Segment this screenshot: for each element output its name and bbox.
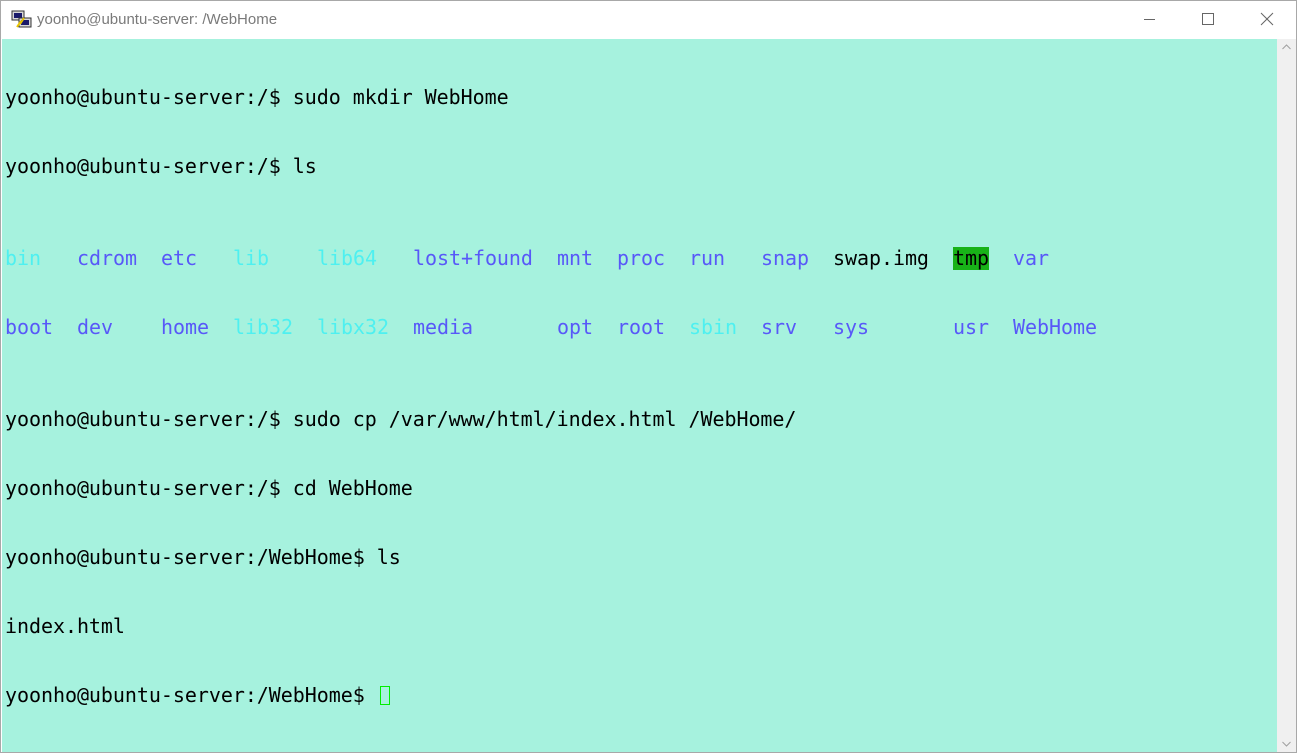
terminal-line: yoonho@ubuntu-server:/WebHome$ ls (5, 545, 401, 569)
ls-entry-srv: srv (761, 315, 797, 339)
ls-entry-usr: usr (953, 315, 989, 339)
ls-entry-swap-img: swap.img (833, 246, 929, 270)
ls-entry-snap: snap (761, 246, 809, 270)
ls-entry-sys: sys (833, 315, 869, 339)
terminal-line: yoonho@ubuntu-server:/$ sudo cp /var/www… (5, 407, 797, 431)
ls-entry-opt: opt (557, 315, 593, 339)
ls-entry-webhome: WebHome (1013, 315, 1097, 339)
chevron-up-icon (1282, 44, 1291, 50)
terminal-output: yoonho@ubuntu-server:/$ sudo mkdir WebHo… (5, 40, 1097, 752)
ls-entry-lib64: lib64 (317, 246, 377, 270)
ls-entry-var: var (1013, 246, 1049, 270)
ls-entry-proc: proc (617, 246, 665, 270)
scroll-down-button[interactable] (1277, 736, 1296, 752)
ls-entry-dev: dev (77, 315, 113, 339)
ls-entry-etc: etc (161, 246, 197, 270)
close-icon (1260, 12, 1274, 26)
ls-entry-root: root (617, 315, 665, 339)
close-button[interactable] (1238, 1, 1296, 38)
scroll-up-button[interactable] (1277, 39, 1296, 56)
terminal-line: yoonho@ubuntu-server:/$ ls (5, 154, 317, 178)
text-cursor (379, 686, 390, 705)
ls-entry-tmp: tmp (953, 246, 989, 270)
terminal-line: yoonho@ubuntu-server:/$ cd WebHome (5, 476, 413, 500)
ls-entry-sbin: sbin (689, 315, 737, 339)
terminal-prompt: yoonho@ubuntu-server:/WebHome$ (5, 683, 377, 707)
terminal-line: index.html (5, 614, 125, 638)
chevron-down-icon (1282, 741, 1291, 747)
ls-entry-mnt: mnt (557, 246, 593, 270)
ls-output-row-1: bin cdrom etc lib lib64 lost+found mnt p… (5, 246, 1049, 270)
vertical-scrollbar[interactable] (1277, 39, 1296, 752)
terminal-window: yoonho@ubuntu-server: /WebHome yoonho@ub… (0, 0, 1297, 753)
scroll-track[interactable] (1277, 56, 1296, 736)
ls-entry-home: home (161, 315, 209, 339)
window-title: yoonho@ubuntu-server: /WebHome (37, 11, 278, 28)
ls-entry-run: run (689, 246, 725, 270)
maximize-button[interactable] (1179, 1, 1237, 38)
terminal-prompt-line[interactable]: yoonho@ubuntu-server:/WebHome$ (5, 684, 796, 707)
ls-entry-lib: lib (233, 246, 269, 270)
ls-entry-lib32: lib32 (233, 315, 293, 339)
ls-entry-lost-found: lost+found (413, 246, 533, 270)
ls-entry-boot: boot (5, 315, 53, 339)
terminal-line: yoonho@ubuntu-server:/$ sudo mkdir WebHo… (5, 85, 509, 109)
ls-entry-media: media (413, 315, 473, 339)
ls-entry-cdrom: cdrom (77, 246, 137, 270)
maximize-icon (1202, 13, 1214, 25)
ls-entry-bin: bin (5, 246, 41, 270)
title-bar[interactable]: yoonho@ubuntu-server: /WebHome (1, 1, 1296, 38)
terminal-screen[interactable]: yoonho@ubuntu-server:/$ sudo mkdir WebHo… (2, 39, 1277, 752)
ls-output-row-2: boot dev home lib32 libx32 media opt roo… (5, 315, 1097, 339)
ls-entry-libx32: libx32 (317, 315, 389, 339)
minimize-button[interactable] (1121, 1, 1179, 38)
putty-icon[interactable] (11, 9, 33, 29)
minimize-icon (1144, 19, 1155, 20)
